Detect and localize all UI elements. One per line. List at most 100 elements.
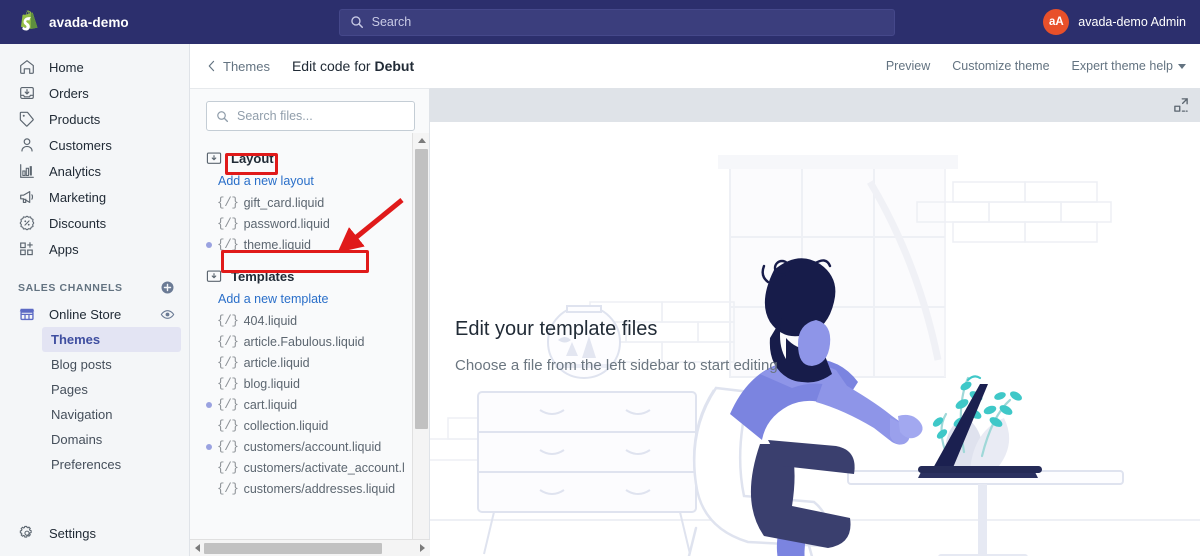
user-menu[interactable]: aA avada-demo Admin <box>1043 9 1200 35</box>
modified-dot <box>206 339 212 345</box>
orders-icon <box>20 87 34 99</box>
breadcrumb-label: Themes <box>223 58 270 74</box>
expert-theme-help-label: Expert theme help <box>1071 59 1173 73</box>
file-tree-horizontal-scrollbar[interactable] <box>190 539 430 556</box>
file-row-password[interactable]: {/} password.liquid <box>190 213 412 234</box>
folder-name-templates: Templates <box>231 268 295 284</box>
modified-dot <box>206 318 212 324</box>
file-row-theme-liquid[interactable]: {/} theme.liquid <box>190 234 412 255</box>
vertical-scroll-thumb[interactable] <box>415 149 428 429</box>
file-row-customers-addresses[interactable]: {/} customers/addresses.liquid <box>190 478 412 499</box>
modified-dot <box>206 221 212 227</box>
file-name: article.liquid <box>243 355 310 370</box>
sidebar-item-home[interactable]: Home <box>12 54 181 80</box>
sidebar-item-discounts[interactable]: Discounts <box>12 210 181 236</box>
sidebar-item-apps[interactable]: Apps <box>12 236 181 262</box>
file-name: blog.liquid <box>243 376 300 391</box>
sidebar-item-products[interactable]: Products <box>12 106 181 132</box>
sidebar-item-label: Marketing <box>49 189 107 205</box>
file-search-input[interactable]: Search files... <box>206 101 415 131</box>
horizontal-scroll-thumb[interactable] <box>204 542 382 554</box>
modified-dot <box>206 360 212 366</box>
sidebar-item-navigation[interactable]: Navigation <box>42 402 181 427</box>
sidebar-item-themes[interactable]: Themes <box>42 327 181 352</box>
file-row-article[interactable]: {/} article.liquid <box>190 352 412 373</box>
sidebar-item-analytics[interactable]: Analytics <box>12 158 181 184</box>
folder-layout[interactable]: Layout <box>190 143 412 170</box>
file-row-gift-card[interactable]: {/} gift_card.liquid <box>190 192 412 213</box>
triangle-left-icon[interactable] <box>195 544 200 552</box>
file-row-customers-activate-account[interactable]: {/} customers/activate_account.l <box>190 457 412 478</box>
tag-icon <box>19 111 34 127</box>
settings-label: Settings <box>49 525 96 541</box>
global-search-placeholder: Search <box>371 15 412 29</box>
page-title: Edit code for Debut <box>292 58 414 74</box>
file-row-404[interactable]: {/} 404.liquid <box>190 310 412 331</box>
file-name: article.Fabulous.liquid <box>243 334 365 349</box>
sidebar-item-label: Customers <box>49 137 112 153</box>
sidebar-item-blog-posts[interactable]: Blog posts <box>42 352 181 377</box>
file-name: theme.liquid <box>243 237 312 252</box>
modified-dot <box>206 465 212 471</box>
sub-item-label: Domains <box>51 432 103 447</box>
liquid-file-icon: {/} <box>217 313 239 328</box>
plus-circle-icon[interactable] <box>160 280 175 295</box>
megaphone-icon <box>20 191 34 203</box>
file-row-customers-account[interactable]: {/} customers/account.liquid <box>190 436 412 457</box>
expert-theme-help-button[interactable]: Expert theme help <box>1072 59 1186 73</box>
folder-templates[interactable]: Templates <box>190 255 412 288</box>
gear-icon <box>19 525 32 538</box>
expand-fullscreen-icon[interactable] <box>1172 96 1190 114</box>
sidebar-item-online-store[interactable]: Online Store <box>12 301 175 327</box>
header-actions: Preview Customize theme Expert theme hel… <box>886 59 1186 73</box>
brand-area[interactable]: avada-demo <box>0 10 190 34</box>
sidebar-item-label: Apps <box>49 241 79 257</box>
modified-dot <box>206 486 212 492</box>
sub-item-label: Blog posts <box>51 357 112 372</box>
liquid-file-icon: {/} <box>217 460 239 475</box>
sidebar-item-customers[interactable]: Customers <box>12 132 181 158</box>
file-name: password.liquid <box>243 216 330 231</box>
modified-dot <box>206 401 212 408</box>
sidebar-item-marketing[interactable]: Marketing <box>12 184 181 210</box>
online-store-left: Online Store <box>18 305 121 323</box>
liquid-file-icon: {/} <box>217 481 239 496</box>
file-row-collection[interactable]: {/} collection.liquid <box>190 415 412 436</box>
top-bar: avada-demo Search aA avada-demo Admin <box>0 0 1200 44</box>
customize-theme-button[interactable]: Customize theme <box>952 59 1049 73</box>
file-row-cart[interactable]: {/} cart.liquid <box>190 394 412 415</box>
file-tree-vertical-scrollbar[interactable] <box>412 133 429 556</box>
scroll-up-button[interactable] <box>413 133 430 148</box>
add-new-template-link[interactable]: Add a new template <box>190 288 412 310</box>
left-sidebar: Home Orders Products Customers Analytics… <box>0 44 190 556</box>
add-new-layout-link[interactable]: Add a new layout <box>190 170 412 192</box>
file-tree: Layout Add a new layout {/} gift_card.li… <box>190 143 412 539</box>
sidebar-item-pages[interactable]: Pages <box>42 377 181 402</box>
sidebar-item-domains[interactable]: Domains <box>42 427 181 452</box>
page-title-prefix: Edit code for <box>291 58 375 74</box>
file-tree-panel: Search files... Layout Add a new layout … <box>190 88 430 556</box>
page-title-theme: Debut <box>374 58 415 74</box>
modified-dot <box>206 443 212 450</box>
global-search-input[interactable]: Search <box>338 8 895 36</box>
file-name: customers/account.liquid <box>243 439 382 454</box>
sidebar-item-settings[interactable]: Settings <box>0 524 190 542</box>
triangle-right-icon[interactable] <box>420 544 425 552</box>
file-row-article-fabulous[interactable]: {/} article.Fabulous.liquid <box>190 331 412 352</box>
sidebar-item-label: Discounts <box>49 215 107 231</box>
breadcrumb-back-themes[interactable]: Themes <box>206 59 270 74</box>
store-icon <box>19 308 35 321</box>
sales-channels-label: SALES CHANNELS <box>18 281 123 294</box>
file-row-blog[interactable]: {/} blog.liquid <box>190 373 412 394</box>
sub-item-label: Navigation <box>51 407 113 422</box>
eye-icon[interactable] <box>160 307 175 322</box>
sub-item-label: Themes <box>51 332 101 347</box>
file-search-placeholder: Search files... <box>237 109 313 123</box>
sidebar-item-orders[interactable]: Orders <box>12 80 181 106</box>
liquid-file-icon: {/} <box>217 237 239 252</box>
sidebar-item-preferences[interactable]: Preferences <box>42 452 181 477</box>
sidebar-item-label: Orders <box>49 85 89 101</box>
preview-button[interactable]: Preview <box>886 59 930 73</box>
modified-dot <box>206 381 212 387</box>
global-search-wrapper: Search <box>190 8 1043 36</box>
